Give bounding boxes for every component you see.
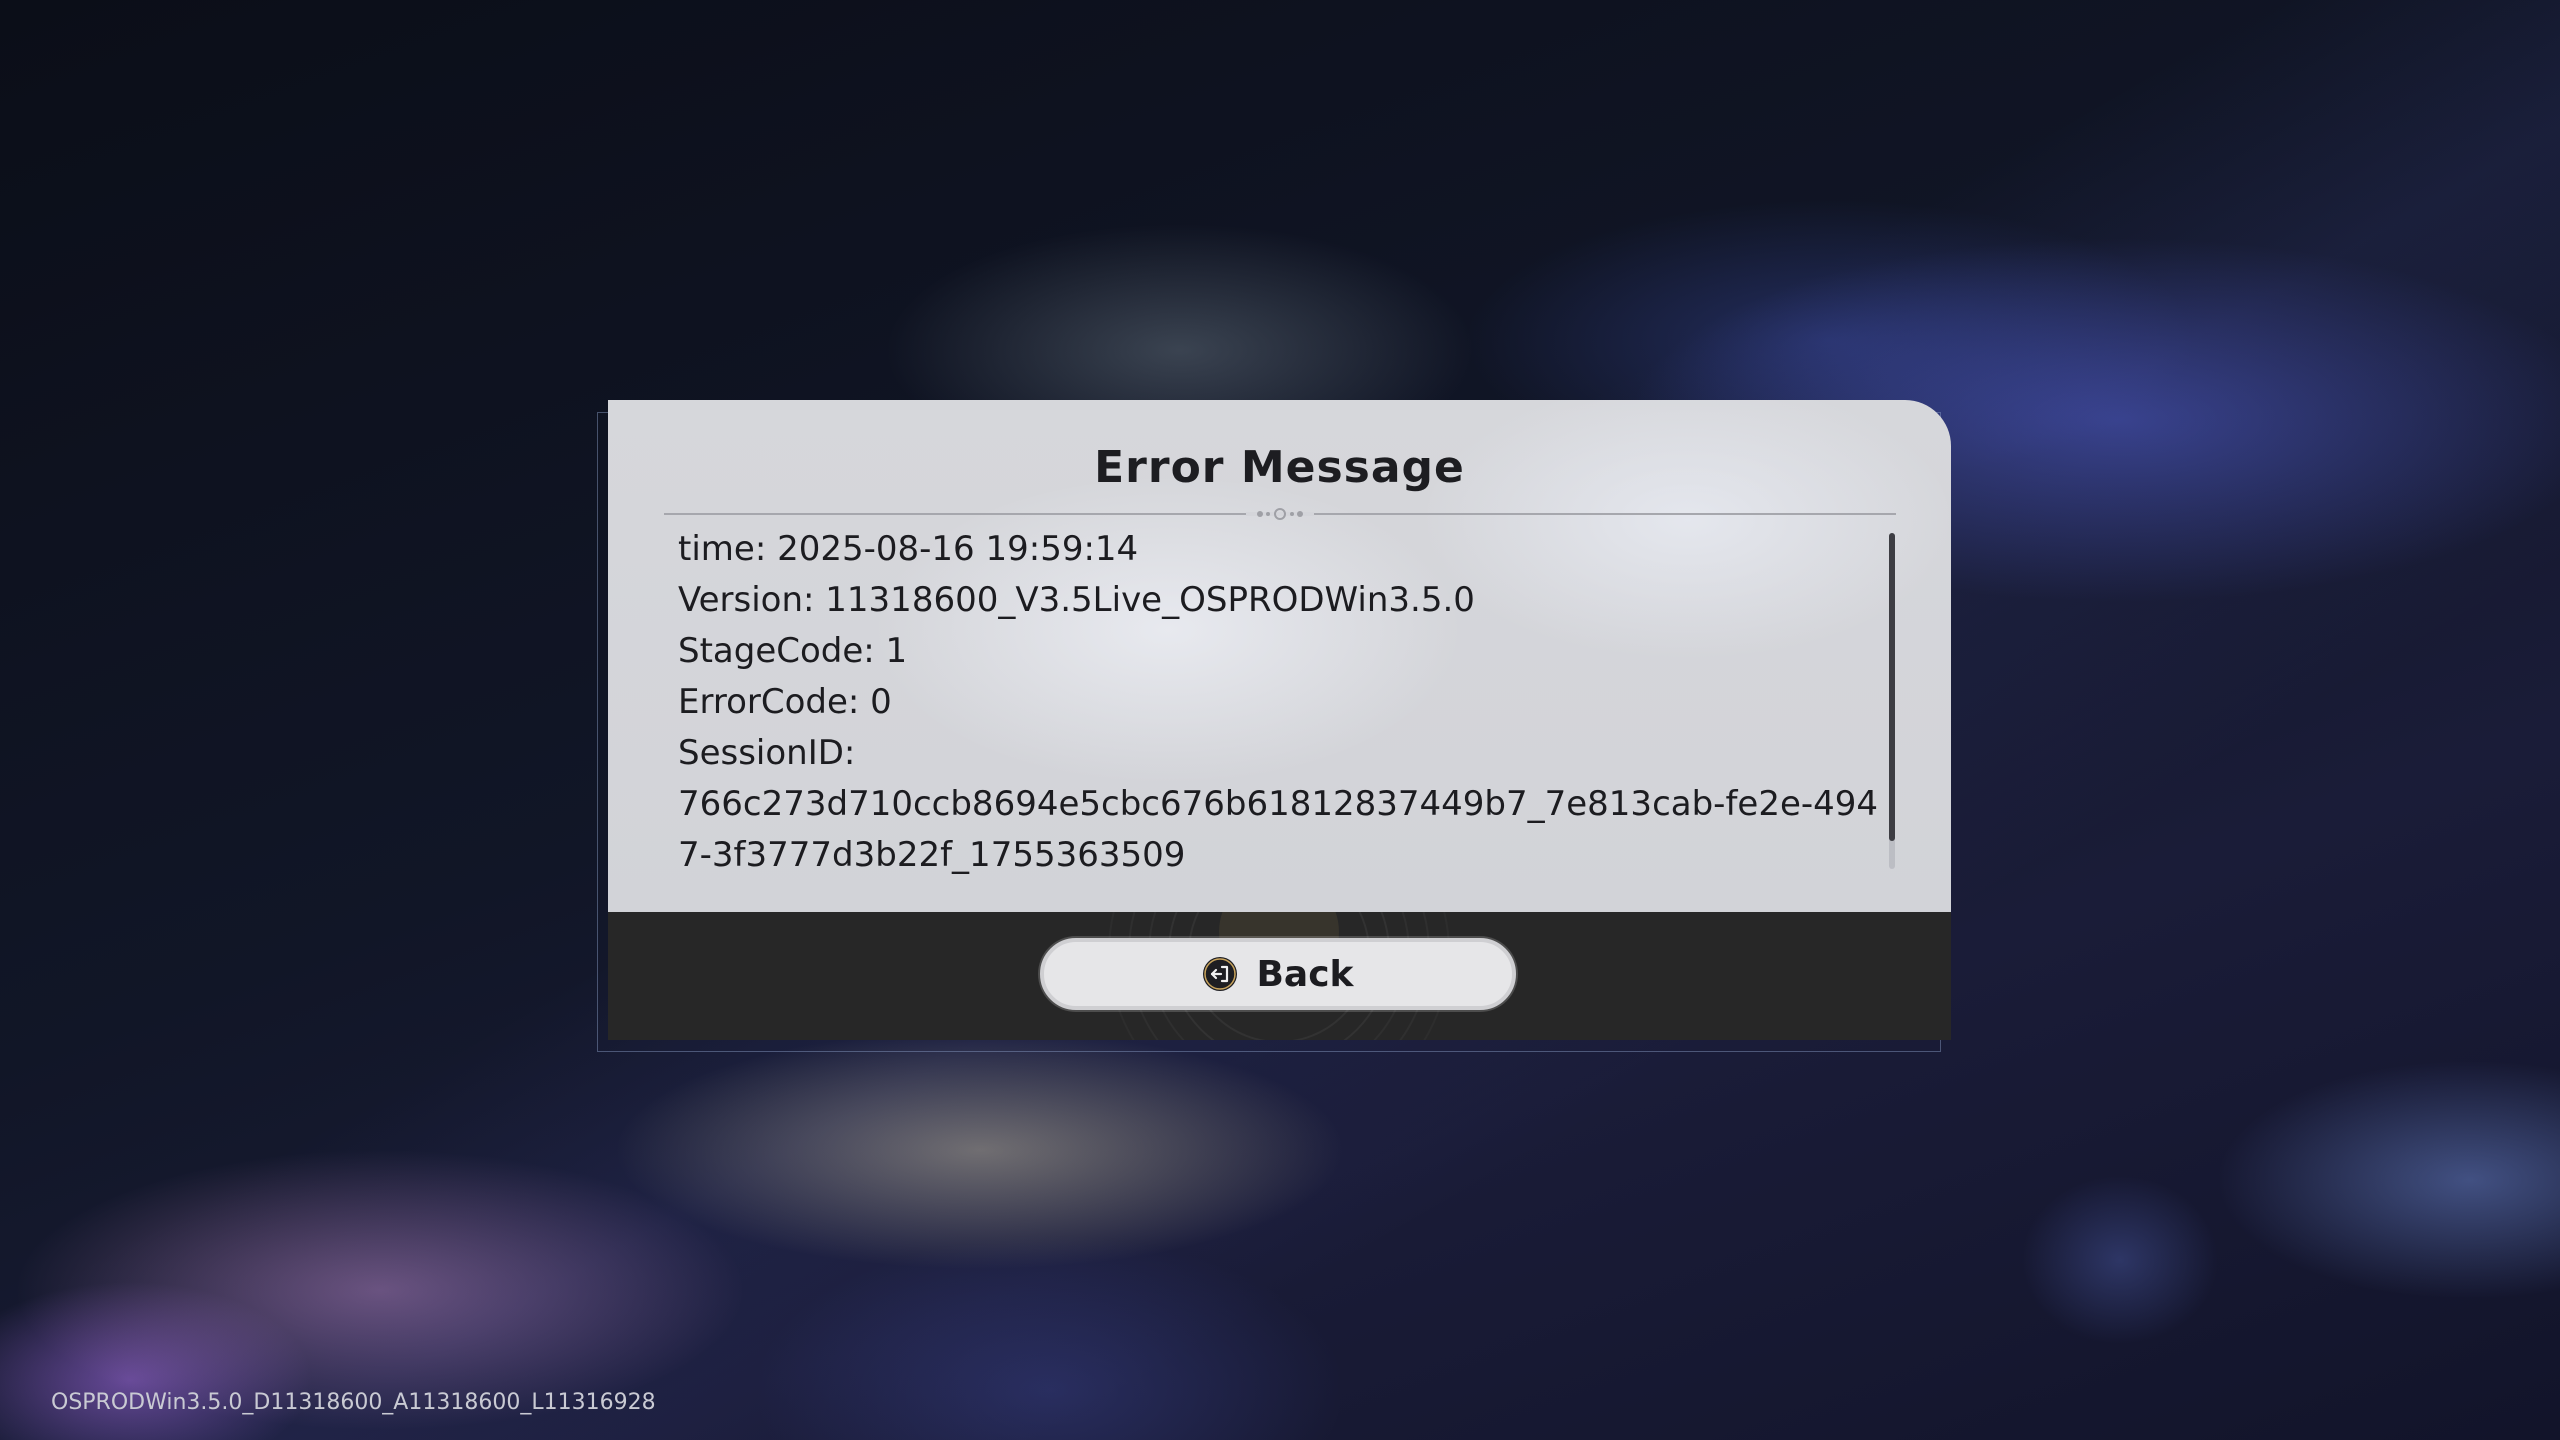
error-version: Version: 11318600_V3.5Live_OSPRODWin3.5.… — [678, 580, 1475, 620]
session-id-label: SessionID: — [678, 733, 856, 773]
error-stage-code: StageCode: 1 — [678, 631, 908, 671]
error-code: ErrorCode: 0 — [678, 682, 892, 722]
session-id-value-line-2: 7-3f3777d3b22f_1755363509 — [678, 835, 1186, 875]
build-version-label: OSPRODWin3.5.0_D11318600_A11318600_L1131… — [51, 1390, 656, 1415]
scrollbar-thumb[interactable] — [1889, 533, 1895, 841]
back-button-label: Back — [1256, 953, 1354, 995]
back-button[interactable]: Back — [1040, 938, 1516, 1010]
error-dialog: Error Message time: 2025-08-16 19:59:14 … — [608, 400, 1951, 1040]
background-scene: Error Message time: 2025-08-16 19:59:14 … — [0, 0, 2560, 1440]
session-id-value-line-1: 766c273d710ccb8694e5cbc676b61812837449b7… — [678, 784, 1878, 824]
error-time: time: 2025-08-16 19:59:14 — [678, 529, 1139, 569]
error-details[interactable]: time: 2025-08-16 19:59:14 Version: 11318… — [678, 524, 1878, 904]
dialog-footer: Back — [608, 912, 1951, 1040]
dialog-title: Error Message — [1094, 442, 1465, 493]
dialog-body: Error Message time: 2025-08-16 19:59:14 … — [608, 400, 1951, 912]
exit-icon — [1203, 957, 1238, 991]
divider-ornament-icon — [1246, 508, 1314, 520]
